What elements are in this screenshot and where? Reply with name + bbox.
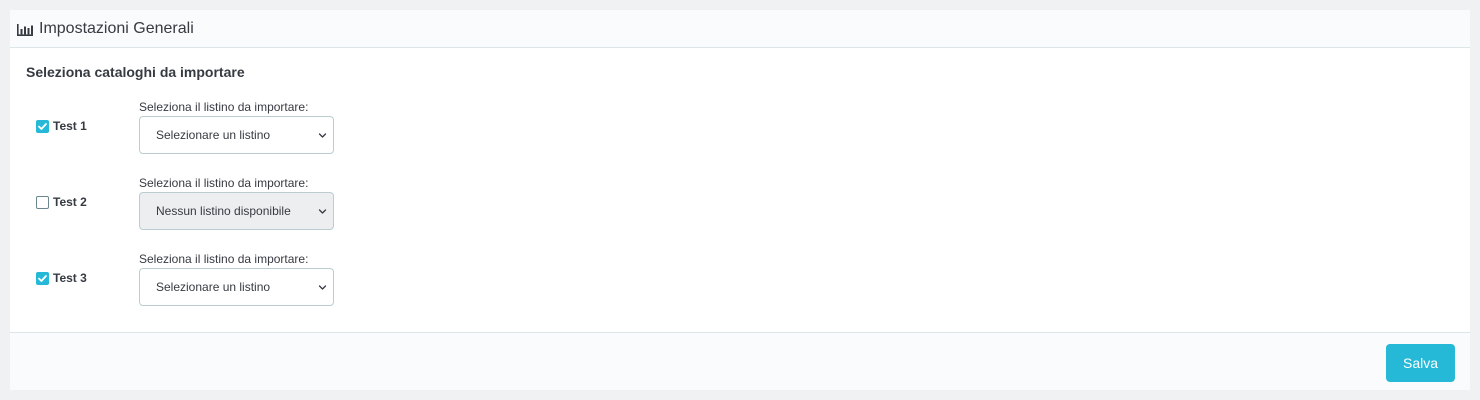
select-value: Nessun listino disponibile xyxy=(156,204,291,218)
checkbox-checked-icon[interactable] xyxy=(36,119,49,133)
select-label: Seleziona il listino da importare: xyxy=(139,100,309,114)
select-label: Seleziona il listino da importare: xyxy=(139,176,309,190)
catalog-label: Test 1 xyxy=(53,119,87,133)
catalog-label: Test 2 xyxy=(53,195,87,209)
section-title: Seleziona cataloghi da importare xyxy=(26,64,245,80)
checkbox-unchecked-icon[interactable] xyxy=(36,195,49,209)
chevron-down-icon xyxy=(318,133,327,138)
catalog-row: Test 1 Seleziona il listino da importare… xyxy=(26,99,426,157)
select-value: Selezionare un listino xyxy=(156,280,271,294)
catalog-checkbox-test-1[interactable]: Test 1 xyxy=(36,119,87,133)
catalog-checkbox-test-3[interactable]: Test 3 xyxy=(36,271,87,285)
checkbox-checked-icon[interactable] xyxy=(36,271,49,285)
catalog-label: Test 3 xyxy=(53,271,87,285)
catalog-field: Seleziona il listino da importare: Selez… xyxy=(139,99,334,154)
listino-select[interactable]: Selezionare un listino xyxy=(139,116,334,154)
save-button[interactable]: Salva xyxy=(1386,344,1455,382)
bar-chart-icon xyxy=(16,23,34,37)
catalog-row: Test 3 Seleziona il listino da importare… xyxy=(26,251,426,309)
panel-header: Impostazioni Generali xyxy=(10,10,1470,48)
catalog-field: Seleziona il listino da importare: Selez… xyxy=(139,251,334,306)
select-label: Seleziona il listino da importare: xyxy=(139,252,309,266)
panel-title: Impostazioni Generali xyxy=(39,19,194,37)
catalog-checkbox-test-2[interactable]: Test 2 xyxy=(36,195,87,209)
panel-footer: Salva xyxy=(10,332,1470,390)
select-value: Selezionare un listino xyxy=(156,128,271,142)
chevron-down-icon xyxy=(318,209,327,214)
listino-select-disabled: Nessun listino disponibile xyxy=(139,192,334,230)
listino-select[interactable]: Selezionare un listino xyxy=(139,268,334,306)
chevron-down-icon xyxy=(318,285,327,290)
catalog-field: Seleziona il listino da importare: Nessu… xyxy=(139,175,334,230)
settings-panel: Impostazioni Generali Seleziona catalogh… xyxy=(10,10,1470,390)
catalog-row: Test 2 Seleziona il listino da importare… xyxy=(26,175,426,233)
